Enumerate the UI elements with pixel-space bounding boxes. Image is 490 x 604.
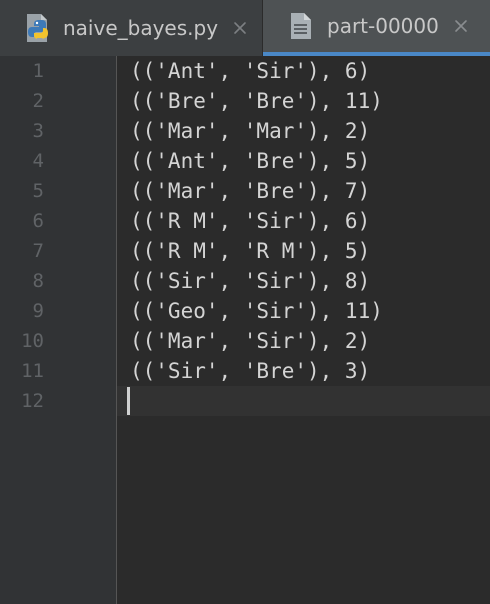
line-number: 11 xyxy=(21,360,44,382)
line-number: 7 xyxy=(32,240,44,262)
line-number: 9 xyxy=(32,300,44,322)
line-number: 4 xyxy=(32,150,44,172)
tab-label: part-00000 xyxy=(327,14,439,38)
code-line[interactable]: (('Mar', 'Mar'), 2) xyxy=(130,116,370,146)
ide-window: naive_bayes.py part-00000 1 2 3 4 5 6 7 … xyxy=(0,0,490,604)
text-cursor xyxy=(127,387,130,415)
text-file-icon xyxy=(291,13,311,39)
line-number: 3 xyxy=(32,120,44,142)
tab-naive-bayes-py[interactable]: naive_bayes.py xyxy=(0,0,262,56)
code-line[interactable]: (('R M', 'Sir'), 6) xyxy=(130,206,370,236)
code-line[interactable]: (('Bre', 'Bre'), 11) xyxy=(130,86,383,116)
line-number: 1 xyxy=(32,60,44,82)
code-editor[interactable]: 1 2 3 4 5 6 7 8 9 10 11 12 (('Ant', 'Sir… xyxy=(0,56,490,604)
code-line[interactable]: (('Ant', 'Sir'), 6) xyxy=(130,56,370,86)
line-number: 10 xyxy=(21,330,44,352)
code-line[interactable]: (('Ant', 'Bre'), 5) xyxy=(130,146,370,176)
code-line[interactable]: (('Geo', 'Sir'), 11) xyxy=(130,296,383,326)
code-line[interactable]: (('Mar', 'Bre'), 7) xyxy=(130,176,370,206)
close-icon[interactable] xyxy=(453,18,469,34)
line-number: 8 xyxy=(32,270,44,292)
python-file-icon xyxy=(27,14,48,42)
code-line[interactable]: (('Sir', 'Sir'), 8) xyxy=(130,266,370,296)
tab-label: naive_bayes.py xyxy=(63,16,219,40)
line-number: 12 xyxy=(21,390,44,412)
code-line[interactable]: (('Mar', 'Sir'), 2) xyxy=(130,326,370,356)
code-line[interactable]: (('Sir', 'Bre'), 3) xyxy=(130,356,370,386)
tab-part-00000[interactable]: part-00000 xyxy=(263,0,490,56)
editor-tab-bar: naive_bayes.py part-00000 xyxy=(0,0,490,56)
current-line-highlight xyxy=(117,386,490,416)
close-icon[interactable] xyxy=(232,20,248,36)
gutter-divider xyxy=(116,56,117,604)
line-number: 5 xyxy=(32,180,44,202)
code-line[interactable]: (('R M', 'R M'), 5) xyxy=(130,236,370,266)
line-number: 6 xyxy=(32,210,44,232)
line-number: 2 xyxy=(32,90,44,112)
